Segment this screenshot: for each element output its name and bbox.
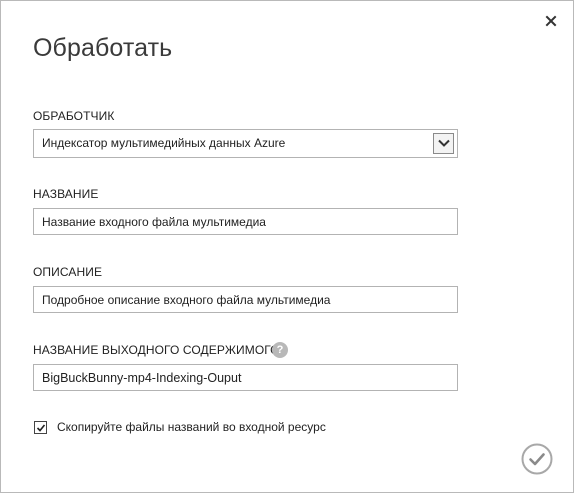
name-label: НАЗВАНИЕ [33,187,99,201]
processor-select[interactable]: Индексатор мультимедийных данных Azure [33,129,458,158]
process-dialog: Обработать ОБРАБОТЧИК Индексатор мультим… [0,0,574,493]
output-name-input[interactable]: BigBuckBunny-mp4-Indexing-Ouput [33,364,458,391]
description-label: ОПИСАНИЕ [33,265,103,279]
dialog-title: Обработать [33,34,173,62]
close-icon[interactable] [543,13,559,29]
copy-titles-label: Скопируйте файлы названий во входной рес… [57,420,326,434]
processor-selected-value: Индексатор мультимедийных данных Azure [42,136,286,150]
copy-titles-checkbox[interactable] [34,421,47,434]
name-input[interactable]: Название входного файла мультимедиа [33,208,458,235]
ok-button[interactable] [521,443,553,475]
checkmark-circle-icon [521,443,553,475]
processor-label: ОБРАБОТЧИК [33,109,115,123]
description-input[interactable]: Подробное описание входного файла мульти… [33,286,458,313]
help-icon[interactable]: ? [272,342,288,358]
output-name-label: НАЗВАНИЕ ВЫХОДНОГО СОДЕРЖИМОГО [33,343,280,357]
chevron-down-icon[interactable] [433,133,454,154]
